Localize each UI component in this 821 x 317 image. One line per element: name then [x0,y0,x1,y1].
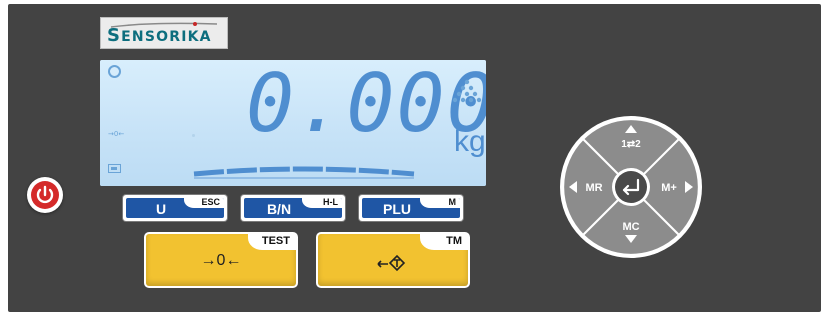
brand-logo: SENSORIKA [100,17,228,49]
capacity-bar [193,166,415,179]
lcd-display: →0← 0.000 kg [100,60,486,186]
u-label: U [155,201,167,217]
m-label: M [448,198,457,207]
dpad-left-label: MR [585,182,602,194]
plu-m-button[interactable]: PLU M [359,195,463,221]
dpad-down-label: MC [622,221,639,233]
zero-test-button[interactable]: TEST →0← [146,234,296,286]
zero-indicator: →0← [108,130,125,138]
tare-icon [377,254,406,272]
weight-unit: kg [454,125,486,158]
plu-label: PLU [383,201,411,217]
lcd-dot [192,134,195,137]
bn-label: B/N [266,201,292,217]
power-button[interactable] [27,177,63,213]
navigation-pad: 1⇄2 M+ MC MR [560,116,702,258]
esc-label: ESC [201,198,220,207]
tare-tm-button[interactable]: TM [318,234,468,286]
test-label: TEST [261,235,290,247]
stable-indicator-icon [108,65,121,78]
hl-label: H-L [323,198,338,207]
count-triangle-icon [452,79,482,103]
tm-label: TM [446,235,462,247]
zero-label: →0← [200,252,242,269]
scale-panel: SENSORIKA →0← 0.000 kg U ESC B/N H-L PLU… [0,0,821,317]
dpad-up-label: 1⇄2 [621,139,641,150]
brand-name: SENSORIKA [107,25,212,46]
power-icon [36,185,54,204]
battery-icon [108,164,121,173]
u-esc-button[interactable]: U ESC [123,195,227,221]
enter-button[interactable] [612,168,650,206]
weight-readout: 0.000 [246,60,486,150]
dpad-right-label: M+ [661,182,677,194]
bn-hl-button[interactable]: B/N H-L [241,195,345,221]
